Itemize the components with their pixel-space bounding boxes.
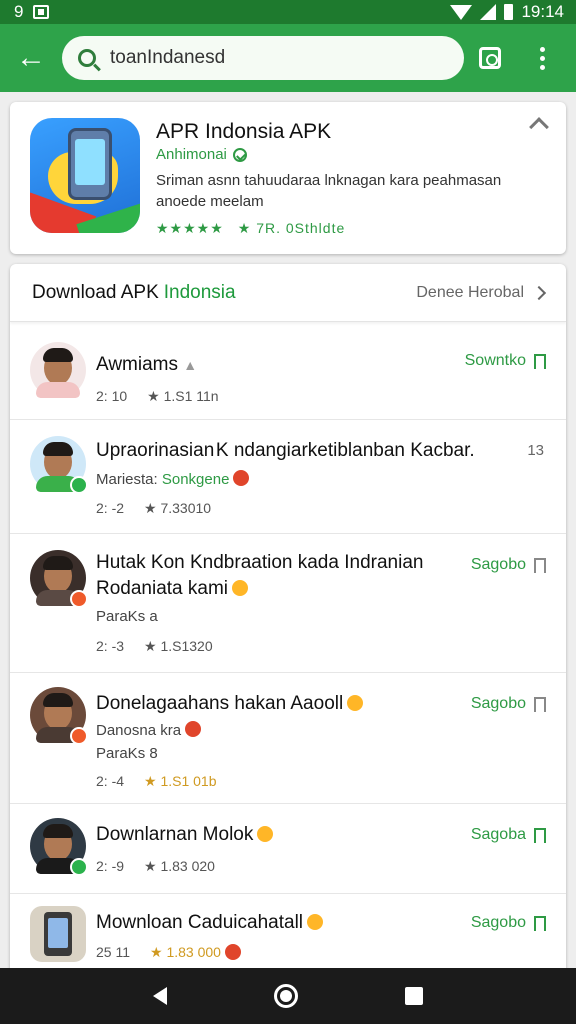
list-item[interactable]: Awmiams ▲ 2: 10 ★ 1.S1 11n Sowntko: [10, 322, 566, 420]
item-subtitle: ParaKs a: [96, 608, 158, 625]
bookmark-icon: [534, 827, 546, 843]
nav-back-icon[interactable]: [153, 987, 168, 1005]
overflow-menu-button[interactable]: [516, 24, 568, 92]
system-nav-bar: [0, 968, 576, 1024]
more-vert-icon: [539, 46, 545, 70]
list-item[interactable]: Hutak Kon Kndbraation kada Indranian Rod…: [10, 534, 566, 673]
avatar: [30, 342, 86, 398]
download-button[interactable]: Sagoba: [471, 826, 546, 844]
bookmark-icon: [534, 353, 546, 369]
download-button[interactable]: Sagobo: [471, 914, 546, 932]
item-count: 13: [527, 442, 544, 459]
battery-icon: [504, 4, 514, 20]
featured-developer[interactable]: Anhimonai: [156, 146, 247, 163]
arrow-left-icon: ←: [16, 41, 46, 74]
status-left-text: 9: [14, 2, 24, 21]
verified-badge-icon: [70, 476, 88, 494]
featured-description: Sriman asnn tahuudaraa lnknagan kara pea…: [156, 172, 502, 210]
app-bar: ←: [0, 24, 576, 92]
item-meta: 25 11 ★ 1.83 000: [96, 944, 241, 961]
featured-rating: ★★★★★ ★ 7R. 0Sthldte: [156, 220, 345, 237]
chevron-right-icon: [531, 285, 547, 300]
camera-icon: [479, 47, 501, 69]
list-item[interactable]: Upraorinasian K ndangiarketiblanban Kacb…: [10, 420, 566, 534]
smile-emoji-icon: [257, 826, 274, 842]
verified-badge-icon: [70, 858, 88, 876]
avatar: [30, 687, 88, 745]
smile-emoji-icon: [307, 914, 324, 930]
bookmark-icon: [534, 557, 546, 573]
notification-icon: [33, 5, 50, 19]
bookmark-icon: [534, 915, 546, 931]
developer-name: Anhimonai: [156, 146, 227, 163]
item-title: Mownloan Caduicahatall: [96, 910, 324, 936]
back-button[interactable]: ←: [0, 24, 62, 92]
item-title: Upraorinasian K ndangiarketiblanban Kacb…: [96, 440, 475, 461]
rating-stars: ★★★★★: [156, 220, 224, 236]
item-title: Awmiams ▲: [96, 354, 198, 375]
lock-icon: ▲: [183, 357, 198, 373]
item-title: Hutak Kon Kndbraation kada Indranian Rod…: [96, 552, 424, 599]
download-list-card: Download APK Indonsia Denee Herobal Awmi…: [10, 264, 566, 984]
flame-badge-icon: [70, 590, 88, 608]
heart-emoji-icon: [185, 721, 202, 737]
featured-title: APR Indonsia APK: [156, 120, 332, 143]
smile-emoji-icon: [347, 695, 364, 711]
see-more-link[interactable]: Denee Herobal: [416, 283, 547, 302]
rating-text: ★ 7R. 0Sthldte: [237, 220, 346, 236]
heart-emoji-icon: [233, 470, 250, 486]
download-button[interactable]: Sagobo: [471, 695, 546, 713]
list-title: Download APK: [32, 281, 159, 303]
collapse-icon[interactable]: [529, 117, 549, 137]
featured-app-card[interactable]: APR Indonsia APK Anhimonai Sriman asnn t…: [10, 102, 566, 254]
app-icon: [30, 118, 140, 233]
download-button[interactable]: Sowntko: [465, 352, 546, 370]
item-subtitle: Mariesta: Sonkgene: [96, 470, 250, 488]
signal-icon: [480, 4, 497, 20]
heart-emoji-icon: [224, 944, 241, 960]
search-input[interactable]: [110, 47, 430, 69]
item-subtitle-2: ParaKs 8: [96, 745, 158, 762]
item-meta: 2: -2 ★ 7.33010: [96, 500, 212, 516]
download-button[interactable]: Sagobo: [471, 556, 546, 574]
list-item[interactable]: Donelagaahans hakan Aaooll Danosna kra P…: [10, 673, 566, 804]
wifi-icon: [450, 4, 473, 20]
status-bar: 9 19:14: [0, 0, 576, 24]
list-header: Download APK Indonsia Denee Herobal: [10, 264, 566, 322]
camera-button[interactable]: [464, 24, 516, 92]
item-meta: 2: -9 ★ 1.83 020: [96, 858, 215, 874]
nav-recents-icon[interactable]: [404, 987, 423, 1005]
item-subtitle: Danosna kra: [96, 721, 202, 739]
item-title: Downlarnan Molok: [96, 822, 274, 848]
item-meta: 2: -4 ★ 1.S1 01b: [96, 773, 217, 789]
nav-home-icon[interactable]: [273, 984, 298, 1008]
search-icon: [78, 49, 96, 67]
list-item[interactable]: Downlarnan Molok 2: -9 ★ 1.83 020 Sagoba: [10, 804, 566, 894]
avatar: [30, 550, 88, 608]
bookmark-icon: [534, 696, 546, 712]
list-title-accent: Indonsia: [163, 281, 236, 303]
verified-icon: [232, 147, 247, 162]
item-meta: 2: -3 ★ 1.S1320: [96, 638, 213, 654]
status-time: 19:14: [521, 2, 564, 21]
item-meta: 2: 10 ★ 1.S1 11n: [96, 388, 219, 404]
avatar: [30, 436, 88, 494]
search-bar[interactable]: [62, 36, 464, 80]
smile-emoji-icon: [232, 580, 249, 596]
avatar: [30, 818, 88, 876]
item-title: Donelagaahans hakan Aaooll: [96, 691, 364, 717]
app-thumbnail: [30, 906, 86, 962]
see-more-label: Denee Herobal: [416, 283, 524, 301]
flame-badge-icon: [70, 727, 88, 745]
